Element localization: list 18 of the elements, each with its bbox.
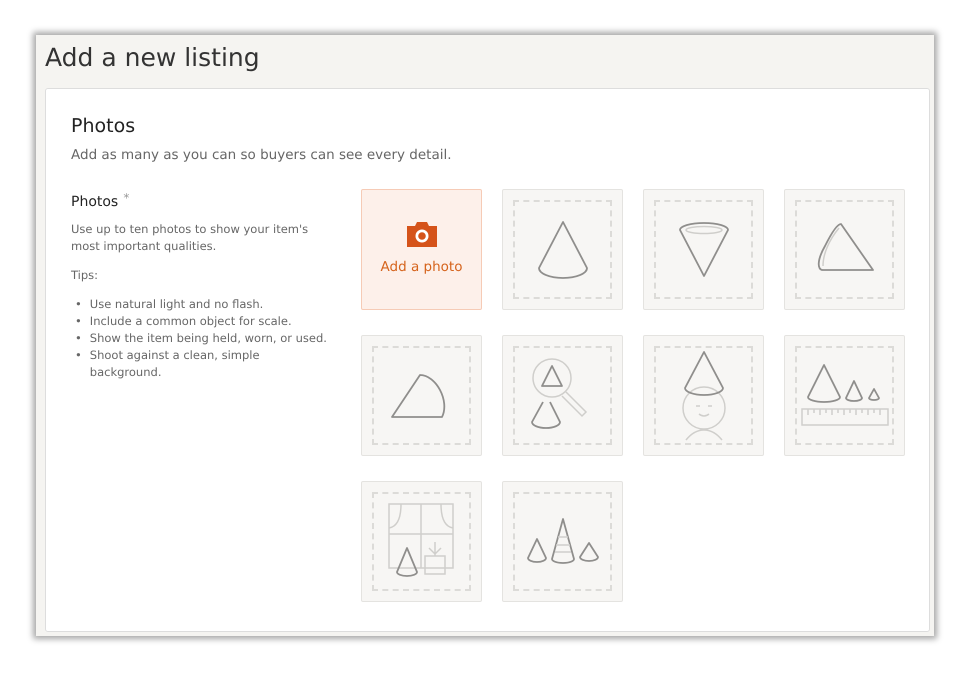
three-cones-icon — [524, 516, 600, 567]
bullet: • — [75, 347, 82, 364]
field-description: Use up to ten photos to show your item's most important qualities. — [71, 221, 310, 256]
tip-text: Include a common object for scale. — [90, 313, 292, 330]
section-subtitle: Add as many as you can so buyers can see every detail. — [71, 146, 453, 165]
section-title: Photos — [71, 115, 136, 138]
page-title: Add a new listing — [44, 42, 261, 74]
bullet: • — [75, 313, 82, 330]
add-photo-button[interactable]: Add a photo — [361, 189, 482, 310]
bullet: • — [75, 296, 82, 314]
bullet: • — [75, 330, 82, 348]
tip-text: Shoot against a clean, simple background. — [90, 347, 261, 382]
required-mark: * — [123, 191, 130, 206]
tips-label: Tips: — [71, 267, 100, 284]
camera-icon — [406, 222, 436, 247]
tip-text: Show the item being held, worn, or used. — [90, 330, 327, 348]
field-label: Photos — [71, 194, 118, 210]
tip-text: Use natural light and no flash. — [90, 296, 264, 314]
